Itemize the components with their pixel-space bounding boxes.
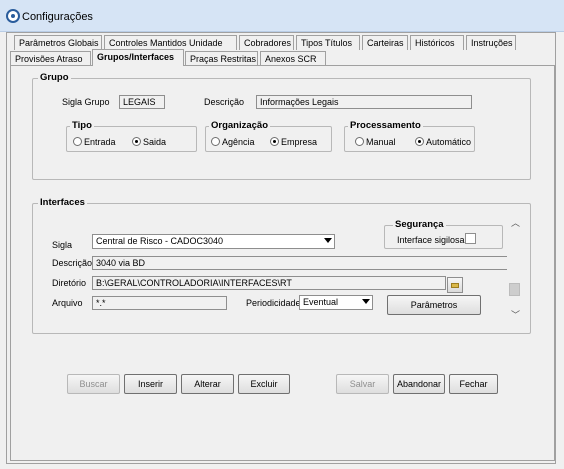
tab-grupos-interfaces[interactable]: Grupos/Interfaces [92,49,184,66]
tab-anexos-scr[interactable]: Anexos SCR [260,51,326,66]
tipo-title: Tipo [70,120,94,131]
abandonar-button[interactable]: Abandonar [393,374,445,394]
salvar-button[interactable]: Salvar [336,374,389,394]
radio-saida[interactable] [132,137,141,146]
organizacao-title: Organização [209,120,271,131]
diretorio-label: Diretório [52,278,87,288]
tab-provisoes-atraso[interactable]: Provisões Atraso [10,51,91,66]
folder-icon [451,283,459,288]
tab-cobradores[interactable]: Cobradores [239,35,294,50]
sigla-select-value: Central de Risco - CADOC3040 [96,236,224,246]
sigla-label: Sigla [52,240,73,250]
descricao-field[interactable]: 3040 via BD [92,256,508,270]
chevron-down-icon [324,238,332,243]
tab-tipos-titulos[interactable]: Tipos Títulos [296,35,360,50]
interfaces-title: Interfaces [38,197,87,208]
periodicidade-label: Periodicidade [246,298,301,308]
tab-carteiras[interactable]: Carteiras [362,35,408,50]
tab-controles-mantidos-unidade[interactable]: Controles Mantidos Unidade [104,35,237,50]
title-bar[interactable]: Configurações [0,0,564,32]
scrollbar-thumb[interactable] [509,283,520,296]
tab-historicos[interactable]: Históricos [410,35,464,50]
descricao-grupo-field[interactable]: Informações Legais [256,95,472,109]
radio-manual[interactable] [355,137,364,146]
radio-agencia-label: Agência [222,137,255,147]
scroll-up-icon[interactable]: ︿ [511,219,520,228]
fechar-button[interactable]: Fechar [449,374,498,394]
sigla-grupo-field[interactable]: LEGAIS [119,95,165,109]
interface-sigilosa-label: Interface sigilosa [397,235,465,245]
radio-entrada[interactable] [73,137,82,146]
radio-automatico[interactable] [415,137,424,146]
browse-folder-button[interactable] [447,277,463,293]
sigla-grupo-label: Sigla Grupo [62,97,110,107]
app-icon [6,9,20,23]
parametros-button[interactable]: Parâmetros [387,295,481,315]
radio-empresa-label: Empresa [281,137,318,147]
inserir-button[interactable]: Inserir [124,374,177,394]
descricao-label: Descrição [52,258,93,268]
grupo-title: Grupo [38,72,71,83]
sigla-select[interactable]: Central de Risco - CADOC3040 [92,234,335,249]
radio-entrada-label: Entrada [84,137,116,147]
descricao-grupo-label: Descrição [204,97,245,107]
radio-agencia[interactable] [211,137,220,146]
arquivo-label: Arquivo [52,298,83,308]
interface-sigilosa-checkbox[interactable] [465,233,476,244]
periodicidade-select-value: Eventual [303,297,339,307]
alterar-button[interactable]: Alterar [181,374,234,394]
chevron-down-icon [362,299,370,304]
window-title: Configurações [22,11,93,23]
seguranca-title: Segurança [393,219,446,230]
tab-instrucoes[interactable]: Instruções [466,35,516,50]
radio-saida-label: Saida [143,137,167,147]
tab-pracas-restritas[interactable]: Praças Restritas [185,51,258,66]
processamento-title: Processamento [348,120,423,131]
scroll-down-icon[interactable]: ﹀ [511,311,520,320]
radio-automatico-label: Automático [426,137,472,147]
radio-manual-label: Manual [366,137,396,147]
interfaces-scrollbar[interactable]: ︿ ﹀ [507,215,524,323]
arquivo-field[interactable]: *.* [92,296,227,310]
tab-parametros-globais[interactable]: Parâmetros Globais [14,35,102,50]
periodicidade-select[interactable]: Eventual [299,295,373,310]
diretorio-field[interactable]: B:\GERAL\CONTROLADORIA\INTERFACES\RT [92,276,446,290]
radio-empresa[interactable] [270,137,279,146]
buscar-button[interactable]: Buscar [67,374,120,394]
excluir-button[interactable]: Excluir [238,374,290,394]
